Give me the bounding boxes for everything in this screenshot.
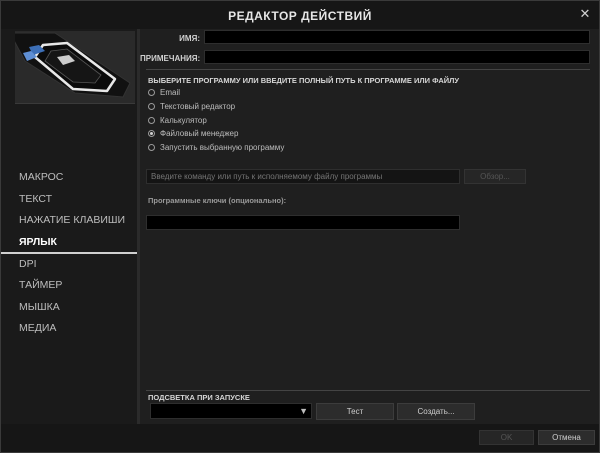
test-button[interactable]: Тест xyxy=(316,403,394,420)
radio-button[interactable] xyxy=(148,116,155,124)
ok-button[interactable]: OK xyxy=(479,430,534,445)
radio-label: Калькулятор xyxy=(160,115,207,125)
dropdown-arrow-icon: ▼ xyxy=(299,406,308,416)
create-button[interactable]: Создать... xyxy=(397,403,475,420)
nav-item-shortcut[interactable]: ЯРЛЫК xyxy=(1,232,137,254)
radio-calculator[interactable]: Калькулятор xyxy=(148,114,207,126)
radio-label: Запустить выбранную программу xyxy=(160,142,285,152)
name-input[interactable] xyxy=(204,30,590,44)
radio-button[interactable] xyxy=(148,88,155,96)
radio-button[interactable] xyxy=(148,129,155,137)
title-bar: РЕДАКТОР ДЕЙСТВИЙ ✕ xyxy=(1,1,599,29)
mouse-image xyxy=(15,31,135,103)
window-title: РЕДАКТОР ДЕЙСТВИЙ xyxy=(228,9,372,23)
action-editor-window: РЕДАКТОР ДЕЙСТВИЙ ✕ МАКРОС ТЕКСТ НАЖАТИЕ… xyxy=(0,0,600,453)
notes-label: ПРИМЕЧАНИЯ: xyxy=(140,54,201,63)
program-keys-label: Программные ключи (опционально): xyxy=(148,196,287,205)
radio-label: Текстовый редактор xyxy=(160,101,236,111)
browse-button[interactable]: Обзор... xyxy=(464,169,526,184)
radio-label: Файловый менеджер xyxy=(160,128,239,138)
close-icon[interactable]: ✕ xyxy=(579,7,591,20)
program-keys-input[interactable] xyxy=(146,215,460,230)
nav-item-mouse[interactable]: МЫШКА xyxy=(1,297,137,319)
nav-item-keystroke[interactable]: НАЖАТИЕ КЛАВИШИ xyxy=(1,210,137,232)
cancel-button[interactable]: Отмена xyxy=(538,430,595,445)
program-path-input[interactable] xyxy=(146,169,460,184)
lighting-section-title: ПОДСВЕТКА ПРИ ЗАПУСКЕ xyxy=(148,393,250,402)
notes-input[interactable] xyxy=(204,50,590,64)
dialog-footer: OK Отмена xyxy=(1,424,599,452)
nav-item-macro[interactable]: МАКРОС xyxy=(1,167,137,189)
radio-button[interactable] xyxy=(148,102,155,110)
nav-item-timer[interactable]: ТАЙМЕР xyxy=(1,275,137,297)
radio-run-selected-program[interactable]: Запустить выбранную программу xyxy=(148,141,284,153)
lighting-select[interactable]: ▼ xyxy=(150,403,312,419)
radio-text-editor[interactable]: Текстовый редактор xyxy=(148,100,235,112)
program-section-title: ВЫБЕРИТЕ ПРОГРАММУ ИЛИ ВВЕДИТЕ ПОЛНЫЙ ПУ… xyxy=(148,76,460,85)
name-label: ИМЯ: xyxy=(179,34,200,43)
right-pane: ИМЯ: ПРИМЕЧАНИЯ: ВЫБЕРИТЕ ПРОГРАММУ ИЛИ … xyxy=(137,29,599,424)
divider xyxy=(146,390,590,391)
device-thumbnail xyxy=(15,31,135,104)
nav-item-media[interactable]: МЕДИА xyxy=(1,318,137,340)
radio-email[interactable]: Email xyxy=(148,86,180,98)
radio-label: Email xyxy=(160,87,181,97)
radio-file-manager[interactable]: Файловый менеджер xyxy=(148,127,238,139)
divider xyxy=(146,69,590,70)
left-pane: МАКРОС ТЕКСТ НАЖАТИЕ КЛАВИШИ ЯРЛЫК DPI Т… xyxy=(1,29,137,424)
nav-item-dpi[interactable]: DPI xyxy=(1,254,137,276)
radio-button[interactable] xyxy=(148,143,155,151)
nav-item-text[interactable]: ТЕКСТ xyxy=(1,189,137,211)
action-type-list: МАКРОС ТЕКСТ НАЖАТИЕ КЛАВИШИ ЯРЛЫК DPI Т… xyxy=(1,167,137,340)
